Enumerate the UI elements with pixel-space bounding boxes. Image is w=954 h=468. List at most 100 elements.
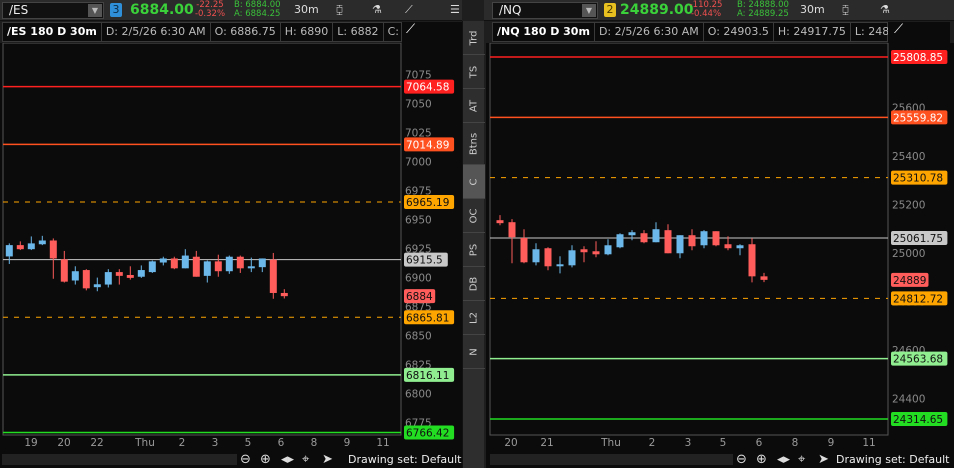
chart-title: /NQ 180 D 30m bbox=[493, 23, 595, 41]
cursor-icon[interactable]: ➤ bbox=[818, 452, 829, 467]
last-price-label: 24889 bbox=[893, 275, 926, 287]
x-tick-label: 8 bbox=[311, 437, 318, 449]
x-tick-label: 3 bbox=[685, 437, 692, 449]
chevron-down-icon[interactable]: ▼ bbox=[88, 4, 102, 17]
horizontal-scrollbar[interactable] bbox=[490, 454, 733, 465]
candle-body bbox=[203, 261, 211, 276]
side-tab-db[interactable]: DB bbox=[463, 267, 485, 301]
tab-label: TS bbox=[468, 65, 480, 78]
side-tab-btns[interactable]: Btns bbox=[463, 123, 485, 165]
aggregation-button[interactable]: 30m bbox=[294, 3, 319, 16]
studies-toggle-icon[interactable]: ⟋ bbox=[888, 22, 950, 43]
side-tab-oc[interactable]: OC bbox=[463, 199, 485, 233]
candle-body bbox=[104, 272, 112, 285]
right-toolbar: /NQ ▼ 2 24889.00 -110.25 -0.44% B: 24888.0… bbox=[484, 0, 954, 21]
level-price-label: 7014.89 bbox=[406, 139, 449, 151]
tab-label: OC bbox=[468, 208, 480, 223]
candle bbox=[712, 231, 720, 247]
candle-body bbox=[580, 249, 588, 253]
right-symbol-input[interactable]: /NQ ▼ bbox=[492, 2, 598, 19]
drawing-set-label[interactable]: Drawing set: Default bbox=[348, 453, 461, 466]
last-price-label: 6884 bbox=[406, 291, 433, 303]
side-tab-ps[interactable]: PS bbox=[463, 233, 485, 267]
level-price-label: 6965.19 bbox=[406, 197, 449, 209]
level-price-label: 24314.65 bbox=[893, 414, 943, 426]
candle-body bbox=[137, 270, 145, 277]
candle-body bbox=[192, 256, 200, 277]
candle-body bbox=[148, 261, 156, 273]
aggregation-button[interactable]: 30m bbox=[800, 3, 825, 16]
level-price-label: 24812.72 bbox=[893, 293, 943, 305]
x-tick-label: Thu bbox=[134, 437, 155, 449]
chart-style-candle-icon[interactable]: ⧮ bbox=[336, 3, 343, 17]
pan-icon[interactable]: ◂▸ bbox=[281, 452, 294, 467]
candle bbox=[748, 238, 756, 283]
candle-body bbox=[604, 245, 612, 255]
candle-body bbox=[652, 229, 660, 243]
candle-body bbox=[170, 258, 178, 269]
x-tick-label: 19 bbox=[24, 437, 37, 449]
ask: A: 6884.25 bbox=[234, 9, 281, 19]
menu-icon[interactable]: ☰ bbox=[450, 3, 460, 16]
x-tick-label: 2 bbox=[649, 437, 656, 449]
candle-body bbox=[214, 261, 222, 272]
link-badge[interactable]: 2 bbox=[604, 3, 616, 17]
level-price-label: 6865.81 bbox=[406, 312, 449, 324]
zoom-out-icon[interactable]: ⊖ bbox=[736, 452, 747, 467]
studies-toggle-icon[interactable]: ⟋ bbox=[402, 22, 462, 43]
chart-title: /ES 180 D 30m bbox=[3, 23, 102, 41]
right-price-chart[interactable]: 2580025600254002520025000248002460024400… bbox=[486, 43, 954, 451]
side-tab-trd[interactable]: Trd bbox=[463, 21, 485, 55]
zoom-out-icon[interactable]: ⊖ bbox=[240, 452, 251, 467]
candle-body bbox=[640, 233, 648, 243]
y-tick-label: 25200 bbox=[892, 200, 925, 212]
studies-flask-icon[interactable]: ⚗ bbox=[372, 3, 382, 16]
y-tick-label: 6800 bbox=[405, 389, 432, 401]
level-price-label: 25559.82 bbox=[893, 112, 943, 124]
bid-ask: B: 24888.00 A: 24889.25 bbox=[737, 1, 789, 19]
right-info-bar: /NQ 180 D 30m D: 2/5/26 6:30 AM O: 24903… bbox=[492, 22, 946, 42]
candle-body bbox=[5, 245, 13, 257]
horizontal-scrollbar[interactable] bbox=[2, 454, 237, 465]
candle-body bbox=[225, 256, 233, 272]
candle-body bbox=[736, 245, 744, 249]
zoom-in-icon[interactable]: ⊕ bbox=[756, 452, 767, 467]
side-tab-l2[interactable]: L2 bbox=[463, 301, 485, 335]
side-tab-c[interactable]: C bbox=[463, 165, 485, 199]
candle-body bbox=[269, 259, 277, 293]
x-tick-label: Thu bbox=[600, 437, 621, 449]
y-tick-label: 25000 bbox=[892, 248, 925, 260]
tab-label: N bbox=[468, 347, 480, 356]
left-price-chart[interactable]: 7075705070257000697569506925690068756850… bbox=[0, 43, 462, 451]
x-tick-label: 20 bbox=[57, 437, 70, 449]
drawings-icon[interactable]: ⟋ bbox=[405, 3, 413, 17]
left-symbol-input[interactable]: /ES ▼ bbox=[2, 2, 104, 19]
chart-style-candle-icon[interactable]: ⧮ bbox=[842, 3, 849, 17]
candle-body bbox=[520, 237, 528, 263]
y-tick-label: 25400 bbox=[892, 151, 925, 163]
candle-body bbox=[60, 259, 68, 282]
drawing-set-label[interactable]: Drawing set: Default bbox=[836, 453, 949, 466]
cursor-icon[interactable]: ➤ bbox=[322, 452, 333, 467]
bar-low: L: 6882 bbox=[333, 23, 384, 41]
pan-icon[interactable]: ◂▸ bbox=[777, 452, 790, 467]
tab-label: AT bbox=[468, 99, 480, 112]
candle bbox=[225, 255, 233, 274]
y-tick-label: 7000 bbox=[405, 157, 432, 169]
zoom-in-icon[interactable]: ⊕ bbox=[260, 452, 271, 467]
crosshair-icon[interactable]: ⌖ bbox=[302, 452, 309, 467]
side-tab-at[interactable]: AT bbox=[463, 89, 485, 123]
candle-body bbox=[508, 222, 516, 238]
y-tick-label: 24400 bbox=[892, 393, 925, 405]
chevron-down-icon[interactable]: ▼ bbox=[582, 4, 596, 17]
studies-flask-icon[interactable]: ⚗ bbox=[880, 3, 890, 16]
crosshair-icon[interactable]: ⌖ bbox=[798, 452, 805, 467]
net-change: -22.25 -0.32% bbox=[192, 1, 228, 19]
level-price-label: 25061.75 bbox=[893, 233, 943, 245]
link-badge[interactable]: 3 bbox=[110, 3, 122, 17]
x-tick-label: 8 bbox=[792, 437, 799, 449]
side-tab-ts[interactable]: TS bbox=[463, 55, 485, 89]
side-tab-n[interactable]: N bbox=[463, 335, 485, 369]
candle-body bbox=[82, 270, 90, 289]
candle-body bbox=[712, 231, 720, 246]
